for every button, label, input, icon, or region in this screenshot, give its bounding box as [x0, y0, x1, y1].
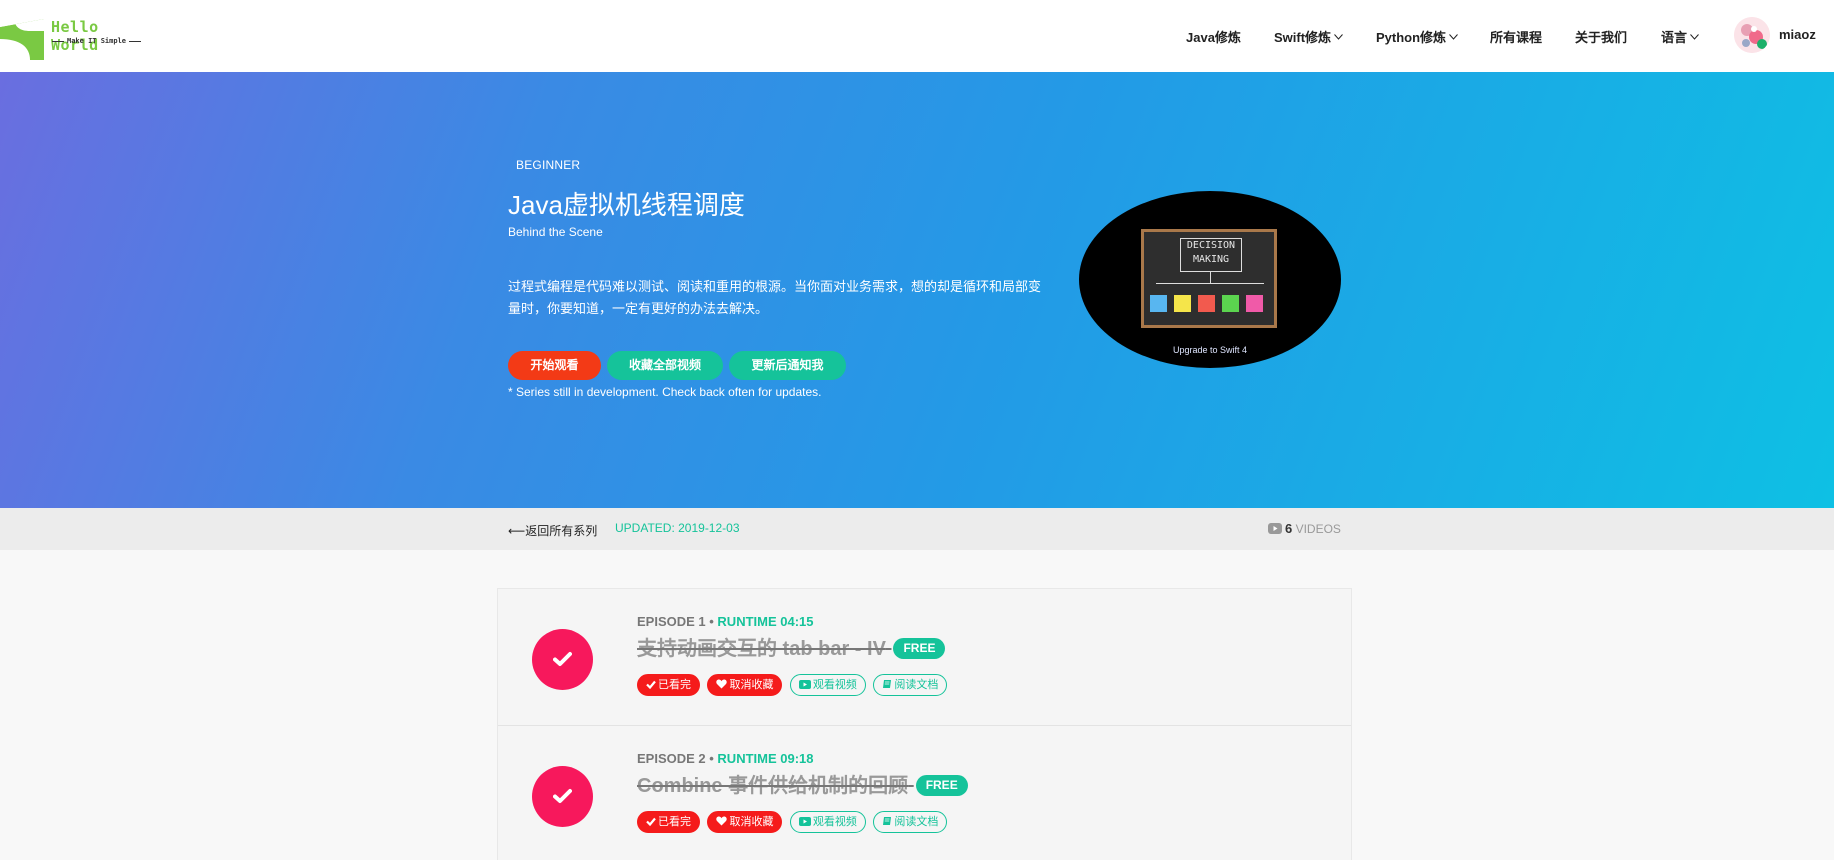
nav-swift[interactable]: Swift修炼	[1274, 27, 1343, 46]
episode-number: EPISODE 1	[637, 614, 706, 629]
video-count-number: 6	[1285, 521, 1293, 536]
heart-icon	[716, 816, 728, 826]
unfavorite-button[interactable]: 取消收藏	[707, 811, 783, 833]
series-description: 过程式编程是代码难以测试、阅读和重用的根源。当你面对业务需求，想的却是循环和局部…	[508, 279, 1042, 316]
back-to-series-link[interactable]: ⟵返回所有系列	[508, 522, 597, 539]
episode-runtime: RUNTIME 04:15	[717, 614, 814, 629]
thumbnail-caption: Upgrade to Swift 4	[1172, 345, 1248, 355]
sticky-note	[1198, 295, 1215, 312]
check-icon	[553, 789, 572, 803]
unfavorite-label: 取消收藏	[729, 816, 774, 828]
watch-video-button[interactable]: 观看视频	[789, 811, 866, 833]
favorite-all-button[interactable]: 收藏全部视频	[607, 351, 723, 380]
start-watching-button[interactable]: 开始观看	[508, 351, 601, 380]
read-docs-label: 阅读文档	[894, 679, 939, 691]
logo-tagline: Make IT Simple	[49, 37, 144, 45]
episode-meta: EPISODE 1 • RUNTIME 04:15	[637, 614, 814, 629]
level-badge: BEGINNER	[516, 158, 581, 172]
watched-button[interactable]: 已看完	[637, 674, 700, 696]
episode-title: 支持动画交互的 tab bar - IV	[637, 638, 886, 660]
check-icon	[646, 817, 656, 827]
series-thumbnail: DECISION MAKING Upgrade to Swift 4	[1079, 191, 1341, 368]
logo-leaf-icon	[0, 17, 44, 60]
site-logo[interactable]: Hello World Make IT Simple	[0, 17, 150, 62]
episode-runtime: RUNTIME 09:18	[717, 751, 814, 766]
book-icon	[883, 817, 892, 825]
episode-title: Combine 事件供给机制的回顾	[637, 775, 909, 797]
chevron-down-icon	[1690, 34, 1699, 40]
sticky-note	[1222, 295, 1239, 312]
nav-all-courses-label: 所有课程	[1490, 30, 1543, 45]
watched-check-button[interactable]	[532, 629, 593, 690]
sticky-note	[1246, 295, 1263, 312]
nav-java-label: Java修炼	[1186, 30, 1241, 45]
series-subtitle: Behind the Scene	[508, 225, 603, 239]
updated-date: UPDATED: 2019-12-03	[615, 521, 740, 535]
logo-title: Hello World	[51, 18, 99, 54]
read-docs-label: 阅读文档	[894, 816, 939, 828]
youtube-icon	[798, 680, 811, 689]
nav-swift-label: Swift修炼	[1274, 30, 1332, 45]
chalkboard-image: DECISION MAKING	[1141, 229, 1277, 328]
series-hero: BEGINNER Java虚拟机线程调度 Behind the Scene 过程…	[0, 72, 1834, 508]
videos-label: VIDEOS	[1295, 522, 1341, 536]
top-navbar: Hello World Make IT Simple Java修炼 Swift修…	[0, 0, 1834, 72]
episode-row: EPISODE 1 • RUNTIME 04:15 支持动画交互的 tab ba…	[498, 589, 1351, 726]
user-name[interactable]: miaoz	[1779, 27, 1816, 42]
nav-python[interactable]: Python修炼	[1376, 27, 1458, 46]
development-note: * Series still in development. Check bac…	[508, 385, 822, 399]
chalkboard-text: DECISION MAKING	[1180, 238, 1242, 272]
episode-actions: 已看完 取消收藏 观看视频 阅读文档	[637, 811, 950, 833]
diagram-line	[1156, 283, 1264, 284]
sticky-note	[1150, 295, 1167, 312]
nav-language-label: 语言	[1661, 30, 1688, 45]
book-icon	[883, 680, 892, 688]
nav-java[interactable]: Java修炼	[1186, 27, 1241, 46]
nav-about[interactable]: 关于我们	[1575, 27, 1627, 46]
series-info-bar: ⟵返回所有系列 UPDATED: 2019-12-03 6 VIDEOS	[0, 508, 1834, 550]
heart-icon	[716, 679, 728, 689]
watched-button[interactable]: 已看完	[637, 811, 700, 833]
series-title: Java虚拟机线程调度	[508, 190, 745, 220]
video-count: 6 VIDEOS	[1268, 521, 1341, 536]
episode-title-link[interactable]: 支持动画交互的 tab bar - IV FREE	[637, 632, 946, 661]
unfavorite-button[interactable]: 取消收藏	[707, 674, 783, 696]
episode-meta: EPISODE 2 • RUNTIME 09:18	[637, 751, 814, 766]
chevron-down-icon	[1334, 34, 1343, 40]
read-docs-button[interactable]: 阅读文档	[873, 674, 948, 696]
nav-about-label: 关于我们	[1575, 30, 1628, 45]
unfavorite-label: 取消收藏	[729, 679, 774, 691]
free-badge: FREE	[915, 775, 968, 796]
check-icon	[553, 652, 572, 666]
free-badge: FREE	[893, 638, 946, 659]
check-icon	[646, 680, 656, 690]
nav-language[interactable]: 语言	[1661, 27, 1699, 46]
episode-actions: 已看完 取消收藏 观看视频 阅读文档	[637, 674, 950, 696]
watch-video-label: 观看视频	[812, 816, 857, 828]
episode-list: EPISODE 1 • RUNTIME 04:15 支持动画交互的 tab ba…	[497, 588, 1352, 860]
watch-video-button[interactable]: 观看视频	[789, 674, 866, 696]
read-docs-button[interactable]: 阅读文档	[873, 811, 948, 833]
episode-row: EPISODE 2 • RUNTIME 09:18 Combine 事件供给机制…	[498, 726, 1351, 860]
watch-video-label: 观看视频	[812, 679, 857, 691]
chevron-down-icon	[1449, 34, 1458, 40]
notify-me-button[interactable]: 更新后通知我	[729, 351, 846, 380]
sticky-note	[1174, 295, 1191, 312]
watched-check-button[interactable]	[532, 766, 593, 827]
youtube-icon	[1268, 523, 1282, 534]
nav-all-courses[interactable]: 所有课程	[1490, 27, 1542, 46]
watched-label: 已看完	[658, 816, 691, 828]
episode-title-link[interactable]: Combine 事件供给机制的回顾 FREE	[637, 769, 968, 798]
episode-number: EPISODE 2	[637, 751, 706, 766]
avatar-image-icon	[1734, 17, 1770, 53]
youtube-icon	[798, 817, 811, 826]
nav-python-label: Python修炼	[1376, 30, 1447, 45]
avatar[interactable]	[1734, 17, 1770, 53]
watched-label: 已看完	[658, 679, 691, 691]
